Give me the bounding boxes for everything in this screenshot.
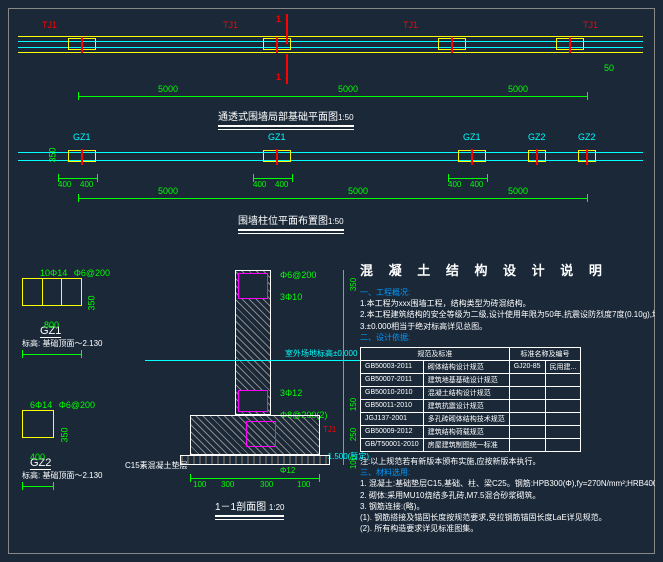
section-column [235, 270, 271, 415]
gz2-box [22, 410, 54, 438]
section-1-1: Φ6@200 3Φ10 室外场地标高±0.000 3Φ12 Φ8@200(2) … [165, 270, 345, 520]
span-1b: 5000 [338, 84, 358, 94]
gz2-rebar: 6Φ14 [30, 400, 52, 410]
plan2-title: 围墙柱位平面布置图1:50 [238, 212, 344, 231]
design-notes: 混 凝 土 结 构 设 计 说 明 一、工程概况: 1.本工程为xxx围墙工程，… [360, 260, 655, 534]
cushion [180, 455, 330, 465]
footing-inner [246, 421, 276, 447]
tj-label-2: TJ1 [223, 20, 238, 30]
dim-50: 50 [604, 63, 614, 73]
notes-h1: 一、工程概况: [360, 287, 655, 298]
gz1-section: 10Φ14 Φ6@200 350 800 GZ1 标高: 基础顶面～2.130 [22, 268, 102, 349]
gz1-elev: 标高: 基础顶面～2.130 [22, 339, 102, 348]
plan1-foundation: TJ1 TJ1 TJ1 TJ1 1 1 5000 5000 5000 50 通透… [18, 18, 643, 118]
sec-bot-bar: 3Φ12 [280, 388, 302, 398]
gz1-box [22, 278, 82, 306]
gz2-elev: 标高: 基础顶面～2.130 [22, 471, 102, 480]
tj-label-1: TJ1 [42, 20, 57, 30]
span-1c: 5000 [508, 84, 528, 94]
ground-elev: 室外场地标高±0.000 [285, 348, 357, 359]
gz2-stirrup: Φ6@200 [59, 400, 95, 410]
gz2-section: 6Φ14 Φ6@200 350 400 GZ2 标高: 基础顶面～2.130 [22, 400, 102, 481]
tj-label-3: TJ1 [403, 20, 418, 30]
ground-line [145, 360, 375, 361]
gz-lbl-5: GZ2 [578, 132, 596, 142]
gz-lbl-3: GZ1 [463, 132, 481, 142]
section-title: 1－1剖面图 1:20 [215, 498, 284, 517]
sec-top-stirrup: Φ6@200 [280, 270, 316, 280]
plan2-columns: GZ1 GZ1 GZ1 GZ2 GZ2 350 400 400 400 400 … [18, 130, 643, 230]
cushion-label: C15素混凝土垫层 [125, 460, 188, 471]
dim-line-1 [78, 96, 588, 97]
section-cut-top [286, 14, 288, 44]
standards-table: 规范及标准标准名称及编号 GB50003-2011砌体结构设计规范GJ20-85… [360, 347, 581, 452]
gz-lbl-2: GZ1 [268, 132, 286, 142]
plan1-title: 通透式围墙局部基础平面图1:50 [218, 108, 354, 127]
footing [190, 415, 320, 455]
gz1-rebar: 10Φ14 [40, 268, 67, 278]
span-1a: 5000 [158, 84, 178, 94]
sec-tj: TJ1 [323, 425, 336, 434]
notes-h3: 三、材料选用: [360, 467, 655, 478]
notes-title: 混 凝 土 结 构 设 计 说 明 [360, 260, 655, 279]
sec-foot-bot: Φ12 [280, 466, 295, 475]
tj-label-4: TJ1 [583, 20, 598, 30]
sec-top-bar: 3Φ10 [280, 292, 302, 302]
notes-h2: 二、设计依据: [360, 332, 655, 343]
dim-line-2 [78, 198, 588, 199]
gz-lbl-1: GZ1 [73, 132, 91, 142]
side-dim: 350 [48, 147, 58, 162]
gz1-stirrup: Φ6@200 [74, 268, 110, 278]
section-cut-bot [286, 54, 288, 84]
gz-lbl-4: GZ2 [528, 132, 546, 142]
